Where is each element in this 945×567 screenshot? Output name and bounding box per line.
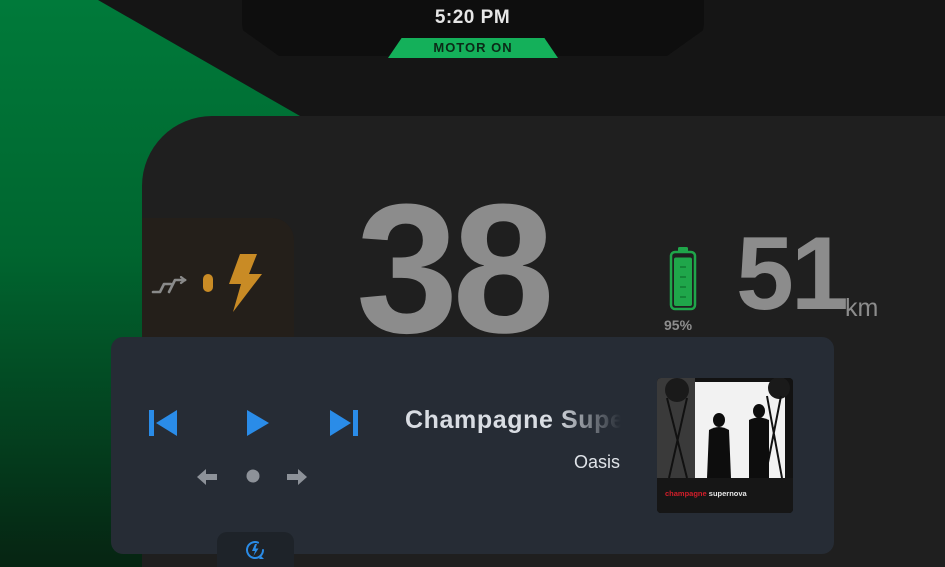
album-art[interactable]: champagne supernova: [657, 378, 793, 513]
next-track-icon[interactable]: [328, 408, 360, 438]
gear-shift-icon: [151, 276, 187, 294]
indicator-dot-icon: [203, 274, 213, 292]
speed-readout: 38: [356, 165, 555, 371]
previous-track-icon[interactable]: [147, 408, 179, 438]
charge-mode-icon[interactable]: [244, 539, 266, 561]
motor-status-label: MOTOR ON: [433, 40, 513, 55]
battery-icon: [669, 247, 697, 311]
album-art-caption: champagne supernova: [665, 489, 748, 498]
track-title: Champagne Supernova: [405, 406, 621, 434]
artist-name: Oasis: [573, 452, 620, 472]
range-value: 51: [736, 216, 849, 332]
range-unit: km: [845, 294, 879, 322]
dashboard-screen: 5:20 PM MOTOR ON 38 95% 51 km Champagne …: [0, 0, 945, 567]
clock-time: 5:20 PM: [434, 7, 511, 28]
play-icon[interactable]: [242, 408, 272, 438]
center-dot-icon[interactable]: [244, 467, 262, 485]
arrow-right-icon[interactable]: [286, 467, 308, 487]
album-art-image: champagne supernova: [657, 378, 793, 513]
arrow-left-icon[interactable]: [196, 467, 218, 487]
lightning-bolt-icon: [229, 254, 262, 312]
battery-percentage: 95%: [664, 317, 693, 333]
